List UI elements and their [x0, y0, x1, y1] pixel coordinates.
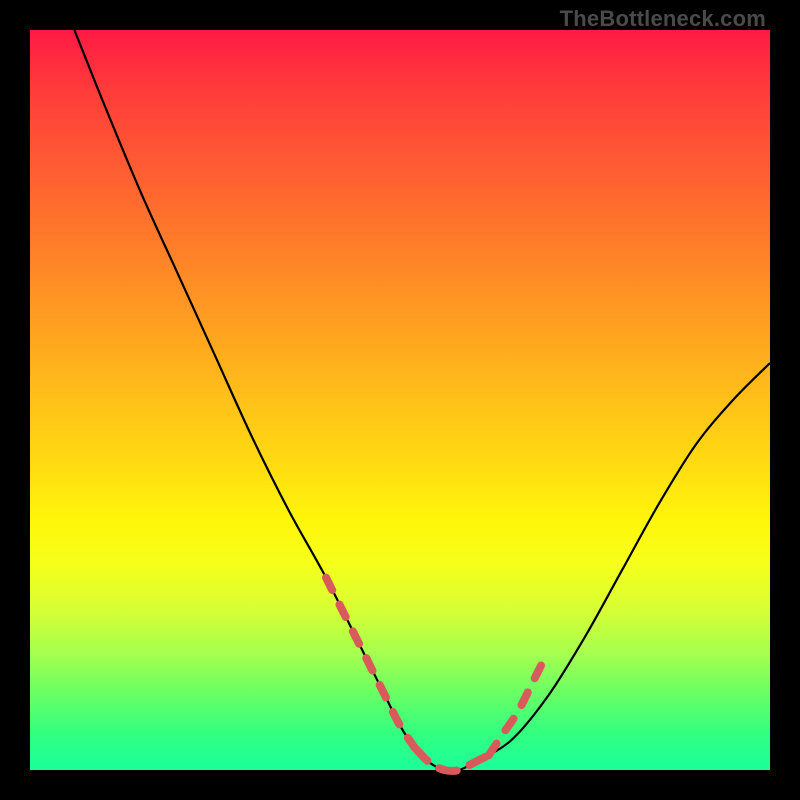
chart-frame: TheBottleneck.com	[0, 0, 800, 800]
bottleneck-curve	[74, 30, 770, 771]
chart-svg	[30, 30, 770, 770]
highlight-dashes-left	[326, 578, 415, 748]
highlight-dashes-right	[489, 652, 548, 756]
watermark-text: TheBottleneck.com	[560, 6, 766, 32]
highlight-dashes-bottom	[415, 748, 489, 771]
